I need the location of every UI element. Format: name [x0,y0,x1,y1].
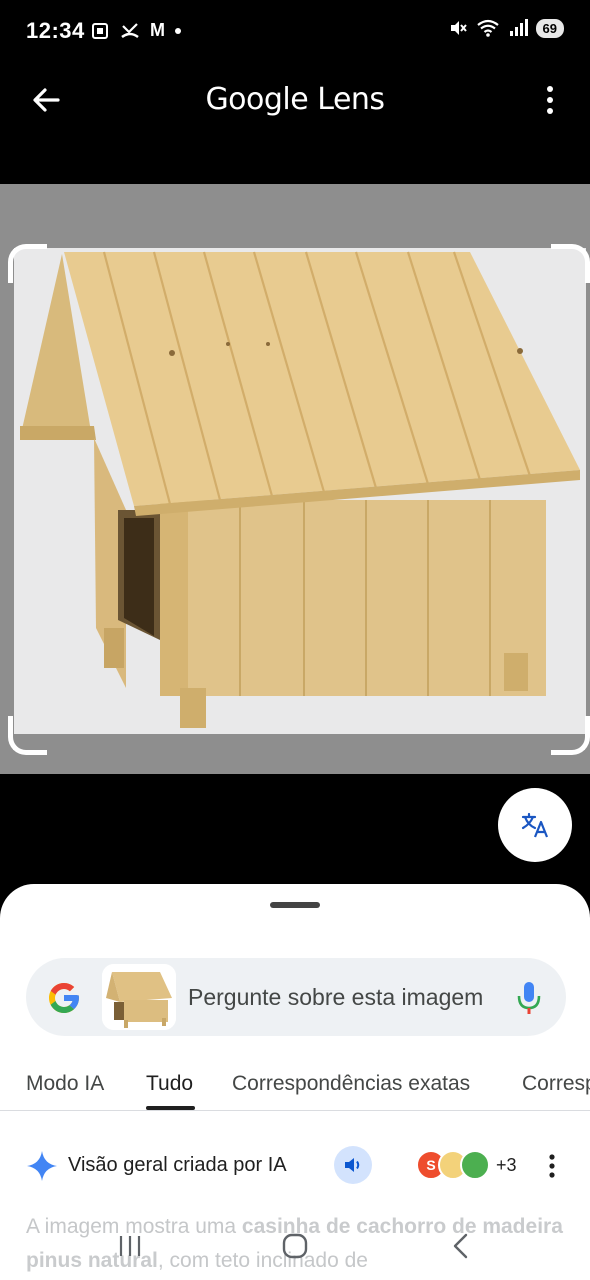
crop-handle-top-left[interactable] [8,244,47,283]
source-icons[interactable]: S +3 [416,1150,517,1180]
translate-icon [521,812,549,838]
speaker-icon [345,1158,360,1172]
status-bar: 12:34 M 69 [0,0,590,64]
tab-correspondencias-exatas[interactable]: Correspondências exatas [232,1072,470,1096]
search-input[interactable]: Pergunte sobre esta imagem [188,984,483,1011]
app-bar: Google Lens [0,64,590,136]
crop-handle-bottom-right[interactable] [551,716,590,755]
battery-indicator: 69 [535,18,564,38]
signal-icon [509,19,528,36]
home-icon[interactable] [281,1232,309,1260]
mute-icon [450,21,467,35]
status-right: 69 [448,18,564,38]
system-nav-bar [0,1220,590,1280]
dog-house-photo [14,248,586,734]
tab-tudo[interactable]: Tudo [146,1072,193,1096]
dog-house-illustration [20,251,580,728]
status-time: 12:34 [26,18,85,43]
tab-modo-ia[interactable]: Modo IA [26,1072,104,1096]
notification-icons: M [90,20,181,41]
gmail-icon: M [150,20,165,40]
mic-icon[interactable] [516,980,542,1016]
search-bar[interactable]: Pergunte sobre esta imagem [26,958,566,1036]
more-sources-count: +3 [496,1154,517,1175]
translate-button[interactable] [498,788,572,862]
dot-icon [175,27,181,34]
missed-call-icon [121,22,139,38]
tab-correspondencias-visuais[interactable]: Correspondências visuais [522,1072,590,1096]
query-image-thumbnail[interactable] [102,964,176,1030]
crop-handle-top-right[interactable] [551,244,590,283]
gemini-spark-icon [27,1151,57,1181]
recents-icon[interactable] [116,1232,144,1260]
ai-overview-header: Visão geral criada por IA S +3 [0,1146,590,1186]
more-vert-icon[interactable] [544,1152,560,1180]
nav-back-icon[interactable] [448,1232,476,1260]
app-title: Google Lens [205,82,385,117]
ai-overview-label: Visão geral criada por IA [68,1154,287,1176]
crop-handle-bottom-left[interactable] [8,716,47,755]
drag-handle[interactable] [270,902,320,908]
more-vert-icon[interactable] [540,84,560,116]
results-tabs: Modo IA Tudo Correspondências exatas Cor… [0,1066,590,1111]
google-logo-icon [49,983,79,1013]
selected-image-area[interactable] [0,184,590,774]
wifi-icon [476,19,499,37]
screenshot-icon [92,22,108,39]
house-source-icon [460,1150,490,1180]
listen-button[interactable] [334,1146,372,1184]
active-tab-indicator [146,1106,195,1110]
